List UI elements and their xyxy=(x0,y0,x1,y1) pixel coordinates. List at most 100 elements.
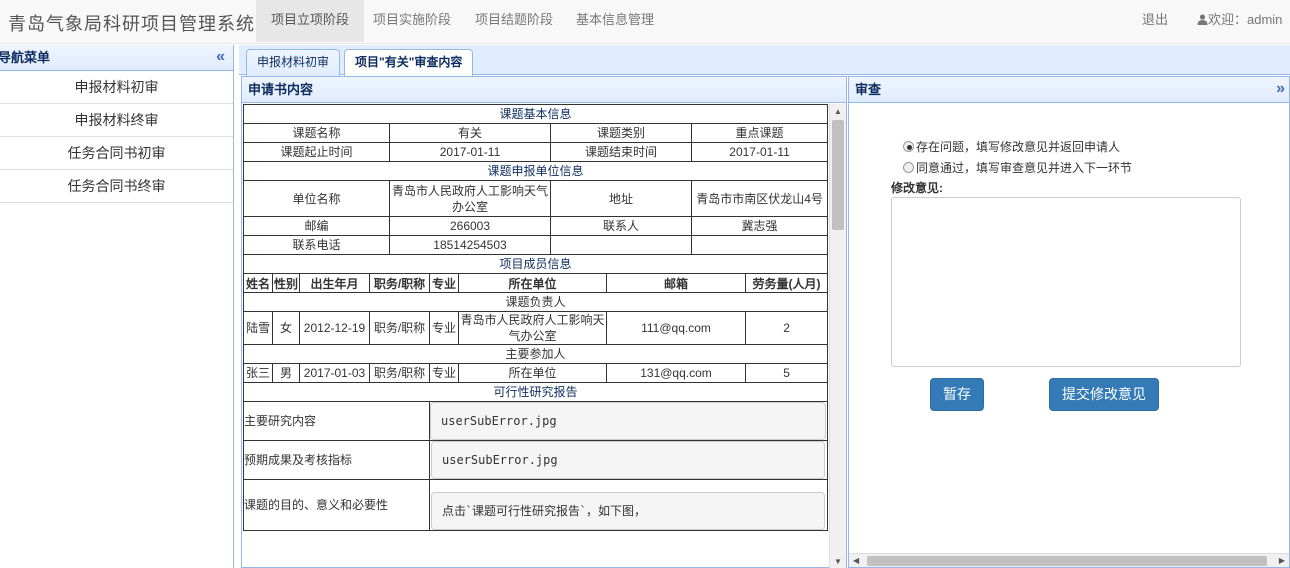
option-approve-label: 同意通过，填写审查意见并进入下一环节 xyxy=(916,161,1133,175)
vertical-scrollbar[interactable]: ▲ ▼ xyxy=(829,104,846,568)
tab-project-review-content[interactable]: 项目"有关"审查内容 xyxy=(344,49,474,77)
scroll-left-icon[interactable]: ◀ xyxy=(853,554,859,568)
sidebar-header: 导航菜单 « xyxy=(0,45,233,71)
table-cell: 职务/职称 xyxy=(369,363,430,383)
sidebar-item-contract-final-review[interactable]: 任务合同书终审 xyxy=(0,170,233,203)
user-menu[interactable]: 欢迎：admin xyxy=(1197,0,1282,42)
member-header: 邮箱 xyxy=(606,273,746,293)
phone-value: 18514254503 xyxy=(389,235,551,255)
table-cell: 张三 xyxy=(243,363,273,383)
sidebar-item-application-initial-review[interactable]: 申报材料初审 xyxy=(0,71,233,104)
table-cell: 2 xyxy=(744,311,829,345)
postcode-label: 邮编 xyxy=(243,216,390,236)
topic-name-value: 有关 xyxy=(389,123,551,143)
review-panel: 审查 » 存在问题，填写修改意见并返回申请人 同意通过，填写审查意见并进入下一环… xyxy=(848,76,1290,568)
opinion-textarea[interactable] xyxy=(891,197,1241,367)
doc-value-purpose: 点击`课题可行性研究报告`，如下图， xyxy=(431,492,826,530)
member-header: 职务/职称 xyxy=(369,273,430,293)
unit-name-label: 单位名称 xyxy=(243,180,390,217)
table-cell: 陆雪 xyxy=(243,311,273,345)
scrollbar-thumb[interactable] xyxy=(867,556,1267,566)
member-header: 姓名 xyxy=(243,273,273,293)
section-members: 项目成员信息 xyxy=(243,254,829,274)
postcode-value: 266003 xyxy=(389,216,551,236)
member-header: 所在单位 xyxy=(458,273,607,293)
sidebar-item-application-final-review[interactable]: 申报材料终审 xyxy=(0,104,233,137)
radio-unchecked-icon[interactable] xyxy=(903,162,914,173)
sidebar-item-contract-initial-review[interactable]: 任务合同书初审 xyxy=(0,137,233,170)
topic-type-value: 重点课题 xyxy=(690,123,829,143)
table-cell: 所在单位 xyxy=(458,363,607,383)
collapse-left-icon[interactable]: « xyxy=(216,45,225,69)
address-value: 青岛市市南区伏龙山4号 xyxy=(690,180,829,217)
start-date-value: 2017-01-11 xyxy=(389,142,551,162)
table-cell: 男 xyxy=(272,363,300,383)
tab-application-initial-review[interactable]: 申报材料初审 xyxy=(246,49,341,76)
table-row: 陆雪 女 2012-12-19 职务/职称 专业 青岛市人民政府人工影响天气办公… xyxy=(243,311,829,345)
empty-cell xyxy=(550,235,692,255)
option-approve[interactable]: 同意通过，填写审查意见并进入下一环节 xyxy=(903,159,1132,176)
tab-bar: 申报材料初审 项目"有关"审查内容 xyxy=(239,45,1290,77)
top-navbar: 青岛气象局科研项目管理系统 项目立项阶段 项目实施阶段 项目结题阶段 基本信息管… xyxy=(0,0,1290,44)
application-form-table: 课题基本信息 课题名称 有关 课题类别 重点课题 课题起止时间 2017-01-… xyxy=(243,104,829,531)
section-feasibility: 可行性研究报告 xyxy=(243,382,829,402)
review-panel-title: 审查 xyxy=(855,82,882,97)
table-cell: 5 xyxy=(744,363,829,383)
application-panel: 申请书内容 课题基本信息 课题名称 有关 课题类别 重点课题 课题起止时间 20… xyxy=(241,76,847,568)
table-cell: 青岛市人民政府人工影响天气办公室 xyxy=(458,311,607,345)
option-return-applicant[interactable]: 存在问题，填写修改意见并返回申请人 xyxy=(903,138,1120,155)
table-cell: 111@qq.com xyxy=(606,311,746,345)
scrollbar-thumb[interactable] xyxy=(832,120,844,230)
nav-project-closing[interactable]: 项目结题阶段 xyxy=(460,0,568,42)
application-content[interactable]: 课题基本信息 课题名称 有关 课题类别 重点课题 课题起止时间 2017-01-… xyxy=(243,104,829,568)
section-leader: 课题负责人 xyxy=(243,292,829,312)
address-label: 地址 xyxy=(550,180,692,217)
section-basic-info: 课题基本信息 xyxy=(243,104,829,124)
app-title: 青岛气象局科研项目管理系统 xyxy=(8,14,255,34)
section-unit-info: 课题申报单位信息 xyxy=(243,161,829,181)
opinion-label: 修改意见: xyxy=(891,181,943,195)
scroll-right-icon[interactable]: ▶ xyxy=(1279,554,1285,568)
end-date-label: 课题结束时间 xyxy=(550,142,692,162)
table-cell: 131@qq.com xyxy=(606,363,746,383)
table-cell: 女 xyxy=(272,311,300,345)
radio-checked-icon[interactable] xyxy=(903,141,914,152)
section-participants: 主要参加人 xyxy=(243,344,829,364)
doc-value-expected-results: userSubError.jpg xyxy=(431,441,826,479)
welcome-text: 欢迎：admin xyxy=(1208,12,1283,27)
table-cell: 专业 xyxy=(429,311,459,345)
table-cell: 2012-12-19 xyxy=(299,311,370,345)
nav-basic-info[interactable]: 基本信息管理 xyxy=(561,0,669,42)
table-cell: 2017-01-03 xyxy=(299,363,370,383)
submit-opinion-button[interactable]: 提交修改意见 xyxy=(1049,378,1159,411)
user-icon xyxy=(1197,1,1208,41)
unit-name-value: 青岛市人民政府人工影响天气办公室 xyxy=(389,180,551,217)
doc-value-research-content: userSubError.jpg xyxy=(430,402,827,440)
member-header: 专业 xyxy=(429,273,459,293)
option-return-label: 存在问题，填写修改意见并返回申请人 xyxy=(916,140,1121,154)
phone-label: 联系电话 xyxy=(243,235,390,255)
topic-name-label: 课题名称 xyxy=(243,123,390,143)
nav-project-implementation[interactable]: 项目实施阶段 xyxy=(358,0,466,42)
review-panel-header: 审查 » xyxy=(849,77,1289,103)
logout-link[interactable]: 退出 xyxy=(1142,0,1168,42)
end-date-value: 2017-01-11 xyxy=(690,142,829,162)
table-cell: 专业 xyxy=(429,363,459,383)
application-panel-title: 申请书内容 xyxy=(242,77,846,103)
table-cell: 职务/职称 xyxy=(369,311,430,345)
nav-project-initiation[interactable]: 项目立项阶段 xyxy=(256,0,365,42)
main-area: 申报材料初审 项目"有关"审查内容 申请书内容 课题基本信息 课题名称 有关 课… xyxy=(239,45,1290,568)
scroll-up-icon[interactable]: ▲ xyxy=(834,107,842,116)
nav-sidebar: 导航菜单 « 申报材料初审 申报材料终审 任务合同书初审 任务合同书终审 xyxy=(0,45,234,568)
member-header: 出生年月 xyxy=(299,273,370,293)
member-header: 性别 xyxy=(272,273,300,293)
empty-cell xyxy=(690,235,829,255)
contact-label: 联系人 xyxy=(550,216,692,236)
expand-right-icon[interactable]: » xyxy=(1276,77,1285,101)
topic-type-label: 课题类别 xyxy=(550,123,692,143)
horizontal-scrollbar[interactable]: ◀ ▶ xyxy=(849,553,1289,567)
save-draft-button[interactable]: 暂存 xyxy=(930,378,984,411)
start-date-label: 课题起止时间 xyxy=(243,142,390,162)
sidebar-title: 导航菜单 xyxy=(0,50,51,65)
scroll-down-icon[interactable]: ▼ xyxy=(834,557,842,566)
